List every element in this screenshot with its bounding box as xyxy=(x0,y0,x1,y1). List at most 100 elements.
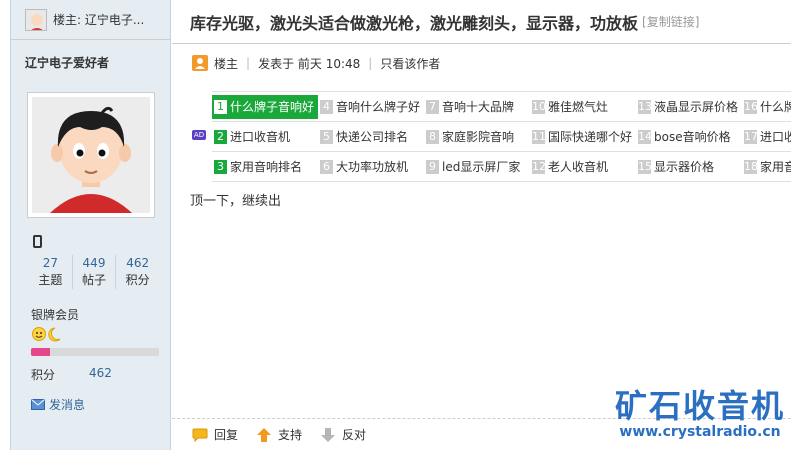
support-label[interactable]: 支持 xyxy=(278,426,302,443)
ad-text[interactable]: 国际快递哪个好 xyxy=(548,128,632,145)
ad-text[interactable]: 家庭影院音响 xyxy=(442,128,514,145)
ad-text[interactable]: led显示屏厂家 xyxy=(442,158,520,175)
ad-link[interactable]: 5 快递公司排名 xyxy=(318,128,424,145)
post-main: 库存光驱，激光头适合做激光枪，激光雕刻头，显示器，功放板 [复制链接] 楼主 |… xyxy=(172,0,791,450)
ad-index: 5 xyxy=(320,129,333,144)
ad-index: 11 xyxy=(532,129,546,144)
ad-index: 16 xyxy=(744,99,758,114)
thumb-up-arrow-icon xyxy=(257,427,272,442)
ad-link[interactable]: 11 国际快递哪个好 xyxy=(530,128,636,145)
ad-index: 4 xyxy=(320,99,333,114)
ad-index: 7 xyxy=(426,99,439,114)
ad-text[interactable]: 大功率功放机 xyxy=(336,158,408,175)
oppose-button[interactable]: 反对 xyxy=(320,426,366,443)
sun-moon-icon xyxy=(32,327,61,342)
stat-threads-label: 主题 xyxy=(38,273,63,287)
ad-index: 15 xyxy=(638,159,652,174)
thread-title: 库存光驱，激光头适合做激光枪，激光雕刻头，显示器，功放板 xyxy=(190,13,639,33)
ad-link[interactable]: 6 大功率功放机 xyxy=(318,158,424,175)
ad-text[interactable]: 音响十大品牌 xyxy=(442,98,514,115)
ad-text[interactable]: 老人收音机 xyxy=(548,158,608,175)
ad-link[interactable]: 2 进口收音机 xyxy=(212,128,318,145)
ad-index: 10 xyxy=(532,99,546,114)
stat-posts-label: 帖子 xyxy=(82,273,107,287)
ad-link[interactable]: 4 音响什么牌子好 xyxy=(318,98,424,115)
points-value: 462 xyxy=(89,366,112,380)
mini-avatar[interactable] xyxy=(25,8,47,31)
ad-text[interactable]: 音响什么牌子好 xyxy=(336,98,420,115)
thumb-down-arrow-icon xyxy=(321,427,336,442)
stat-credits[interactable]: 462 积分 xyxy=(116,255,159,289)
author-sidebar: 楼主: 辽宁电子... 辽宁电子爱好者 27 主题 449 帖子 462 积分 … xyxy=(10,0,171,450)
author-stats: 27 主题 449 帖子 462 积分 xyxy=(29,255,159,289)
ad-index: 8 xyxy=(426,129,439,144)
ad-link[interactable]: 1 什么牌子音响好 xyxy=(212,94,318,119)
points-label: 积分 xyxy=(31,368,56,382)
ad-text[interactable]: 进口收音机 xyxy=(230,128,290,145)
ad-link[interactable]: 14 bose音响价格 xyxy=(636,128,742,145)
send-message-link[interactable]: 发消息 xyxy=(31,396,85,413)
stat-posts-value[interactable]: 449 xyxy=(73,255,116,271)
ad-link[interactable]: 12 老人收音机 xyxy=(530,158,636,175)
ad-index: 14 xyxy=(638,129,652,144)
credit-progress-bar xyxy=(31,348,159,356)
credit-progress-fill xyxy=(31,348,51,356)
watermark-url: www.crystalradio.cn xyxy=(619,424,781,440)
points-row: 积分 462 xyxy=(31,366,151,383)
stat-posts[interactable]: 449 帖子 xyxy=(73,255,117,289)
send-message-label[interactable]: 发消息 xyxy=(49,396,85,413)
mobile-phone-icon xyxy=(33,235,42,248)
support-button[interactable]: 支持 xyxy=(256,426,302,443)
ad-text[interactable]: 液晶显示屏价格 xyxy=(654,98,738,115)
ad-text[interactable]: 进口收 xyxy=(760,128,791,145)
ad-row: 3 家用音响排名 6 大功率功放机 9 led显示屏厂家 12 老人收音机 15 显示器价… xyxy=(212,152,791,182)
ad-text[interactable]: 雅佳燃气灶 xyxy=(548,98,608,115)
ad-link[interactable]: 9 led显示屏厂家 xyxy=(424,158,530,175)
author-name[interactable]: 辽宁电子爱好者 xyxy=(11,40,170,80)
ad-text[interactable]: 快递公司排名 xyxy=(336,128,408,145)
ad-index: 1 xyxy=(214,99,227,114)
stat-credits-value[interactable]: 462 xyxy=(116,255,159,271)
ad-row: 1 什么牌子音响好 4 音响什么牌子好 7 音响十大品牌 10 雅佳燃气灶 13 液晶显示… xyxy=(212,92,791,122)
ad-text[interactable]: 家用音响排名 xyxy=(230,158,302,175)
ad-text[interactable]: 家用音 xyxy=(760,158,791,175)
ad-text[interactable]: 什么牌 xyxy=(760,98,791,115)
reply-button[interactable]: 回复 xyxy=(192,426,238,443)
stat-credits-label: 积分 xyxy=(125,273,150,287)
ad-text[interactable]: bose音响价格 xyxy=(654,128,731,145)
stat-threads-value[interactable]: 27 xyxy=(29,255,72,271)
ad-link[interactable]: 7 音响十大品牌 xyxy=(424,98,530,115)
ad-index: 13 xyxy=(638,99,652,114)
ad-link[interactable]: 10 雅佳燃气灶 xyxy=(530,98,636,115)
ad-text[interactable]: 显示器价格 xyxy=(654,158,714,175)
stat-threads[interactable]: 27 主题 xyxy=(29,255,73,289)
op-label[interactable]: 楼主: 辽宁电子... xyxy=(53,11,144,28)
reply-icon xyxy=(192,428,208,442)
ad-link[interactable]: 3 家用音响排名 xyxy=(212,158,318,175)
post-time: 发表于 前天 10:48 xyxy=(258,56,361,71)
ad-link[interactable]: 18 家用音 xyxy=(742,158,791,175)
site-watermark: 矿石收音机 www.crystalradio.cn xyxy=(615,388,785,440)
ad-index: 18 xyxy=(744,159,758,174)
user-rank[interactable]: 银牌会员 xyxy=(31,306,79,323)
thread-title-bar: 库存光驱，激光头适合做激光枪，激光雕刻头，显示器，功放板 [复制链接] xyxy=(172,0,791,44)
author-only-link[interactable]: 只看该作者 xyxy=(380,55,440,72)
post-content: 顶一下，继续出 xyxy=(190,194,282,209)
ad-link[interactable]: 16 什么牌 xyxy=(742,98,791,115)
ad-index: 17 xyxy=(744,129,758,144)
ad-text[interactable]: 什么牌子音响好 xyxy=(230,98,314,115)
oppose-label[interactable]: 反对 xyxy=(342,426,366,443)
op-badge-icon xyxy=(192,55,208,71)
ad-link-grid: 1 什么牌子音响好 4 音响什么牌子好 7 音响十大品牌 10 雅佳燃气灶 13 液晶显示… xyxy=(212,91,791,182)
ad-link[interactable]: 13 液晶显示屏价格 xyxy=(636,98,742,115)
divider: | xyxy=(246,56,251,70)
copy-link-button[interactable]: [复制链接] xyxy=(642,13,699,30)
avatar[interactable] xyxy=(27,92,155,218)
ad-link[interactable]: 17 进口收 xyxy=(742,128,791,145)
watermark-title: 矿石收音机 xyxy=(614,387,785,425)
ad-link[interactable]: 8 家庭影院音响 xyxy=(424,128,530,145)
ad-link[interactable]: 15 显示器价格 xyxy=(636,158,742,175)
ad-badge: AD xyxy=(192,130,206,140)
medals xyxy=(31,326,65,342)
reply-label[interactable]: 回复 xyxy=(214,426,238,443)
